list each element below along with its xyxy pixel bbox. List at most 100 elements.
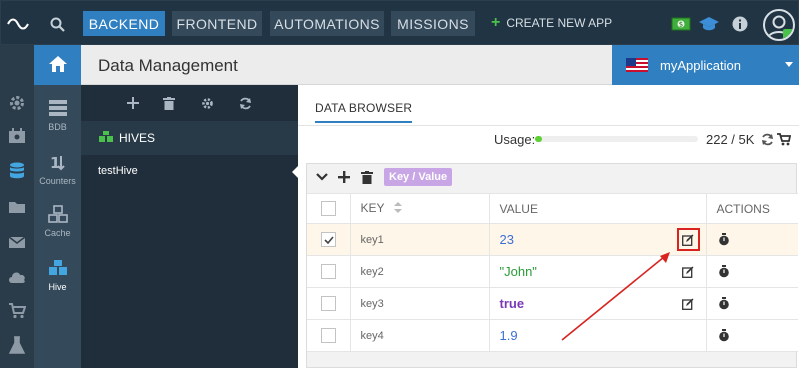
edit-value-icon[interactable] (676, 228, 700, 251)
row-select-cell (307, 287, 351, 320)
edit-value-icon[interactable] (681, 265, 695, 279)
row-checkbox[interactable] (321, 232, 336, 247)
refresh-usage-icon[interactable] (760, 132, 774, 146)
chevron-down-icon (785, 62, 793, 67)
value-text: "John" (499, 264, 537, 279)
key-cell: key3 (350, 287, 490, 320)
row-checkbox[interactable] (321, 264, 336, 279)
shopping-cart-icon[interactable] (777, 132, 791, 146)
subnav-item-hive[interactable]: Hive (34, 259, 81, 292)
tab-frontend[interactable]: FRONTEND (172, 11, 262, 36)
value-column-header: VALUE (489, 193, 707, 224)
main-content: DATA BROWSER Usage: 222 / 5K Key / Value (298, 85, 799, 368)
tab-divider (298, 125, 799, 126)
svg-text:1: 1 (50, 154, 60, 171)
info-icon[interactable] (729, 13, 751, 35)
marketplace-cart-icon[interactable] (0, 295, 34, 327)
home-button[interactable] (34, 45, 81, 85)
stopwatch-ttl-icon[interactable] (717, 265, 731, 279)
cache-boxes-icon (34, 205, 81, 225)
bdb-server-icon (34, 99, 81, 119)
value-text: true (499, 296, 525, 311)
home-icon (48, 55, 68, 76)
table-row[interactable]: key2 "John" (307, 255, 798, 288)
subnav-item-label: Counters (39, 176, 76, 186)
subnav-item-label: BDB (48, 122, 67, 132)
backendless-logo-icon[interactable] (1, 1, 35, 46)
value-cell: true (489, 287, 707, 320)
delete-key-trash-icon[interactable] (360, 170, 374, 184)
row-checkbox[interactable] (321, 328, 336, 343)
messaging-envelope-icon[interactable] (0, 226, 34, 258)
svg-text:$: $ (679, 21, 683, 29)
usage-value: 222 / 5K (706, 132, 755, 147)
stopwatch-ttl-icon[interactable] (717, 329, 731, 343)
value-cell: 1.9 (489, 319, 707, 352)
usage-progress-fill (535, 136, 543, 142)
edit-value-icon[interactable] (681, 297, 695, 311)
add-hive-plus-icon[interactable] (125, 95, 141, 111)
subnav-item-label: Hive (48, 282, 67, 292)
table-row[interactable]: key1 23 (307, 223, 798, 256)
tab-automations[interactable]: AUTOMATIONS (270, 11, 384, 36)
subnav-item-counters[interactable]: 1 Counters (34, 153, 81, 186)
tab-missions[interactable]: MISSIONS (391, 11, 475, 36)
online-status-icon (783, 29, 793, 39)
row-checkbox[interactable] (321, 296, 336, 311)
user-avatar[interactable] (763, 9, 795, 41)
chevron-down-icon[interactable] (315, 170, 329, 184)
counters-icon: 1 (34, 153, 81, 173)
actions-cell (706, 287, 798, 320)
create-new-app-button[interactable]: + CREATE NEW APP (491, 14, 612, 32)
hives-panel: HIVES testHive (81, 85, 298, 368)
plus-icon: + (491, 14, 501, 31)
application-name: myApplication (660, 57, 741, 73)
data-grid: Key / Value KEY VALUE ACTIONS key1 23 ke… (306, 163, 798, 368)
value-text: 1.9 (499, 328, 518, 343)
subnav-item-cache[interactable]: Cache (34, 205, 81, 238)
database-icon[interactable] (0, 155, 34, 187)
actions-cell (706, 223, 798, 256)
money-icon[interactable]: $ (670, 13, 692, 35)
cloud-code-icon[interactable] (0, 261, 34, 293)
hives-title: HIVES (119, 131, 156, 145)
graduation-cap-icon[interactable] (698, 13, 720, 35)
table-row[interactable]: key3 true (307, 287, 798, 320)
key-column-label: KEY (360, 201, 385, 216)
row-select-cell (307, 255, 351, 288)
sort-icon[interactable] (393, 201, 402, 216)
search-icon[interactable] (45, 12, 69, 36)
subnav-item-label: Cache (44, 228, 71, 238)
hives-header: HIVES (81, 121, 298, 155)
hive-settings-gear-icon[interactable] (199, 95, 215, 111)
tab-data-browser[interactable]: DATA BROWSER (315, 101, 413, 123)
tab-backend[interactable]: BACKEND (83, 11, 165, 36)
select-all-checkbox[interactable] (321, 201, 336, 216)
users-calendar-icon[interactable] (0, 120, 34, 152)
subnav-item-bdb[interactable]: BDB (34, 99, 81, 132)
data-subnav: BDB 1 Counters Cache Hive (34, 85, 81, 368)
row-select-cell (307, 223, 351, 256)
hives-toolbar (81, 85, 298, 121)
stopwatch-ttl-icon[interactable] (717, 233, 731, 247)
folder-icon[interactable] (0, 191, 34, 223)
settings-gear-icon[interactable] (0, 87, 34, 119)
value-cell: "John" (489, 255, 707, 288)
key-cell: key1 (350, 223, 490, 256)
refresh-icon[interactable] (237, 95, 253, 111)
table-header-row: KEY VALUE ACTIONS (307, 193, 798, 224)
hive-name: testHive (98, 165, 138, 177)
application-selector[interactable]: myApplication (612, 45, 799, 85)
create-new-app-label: CREATE NEW APP (506, 16, 613, 30)
page-title: Data Management (98, 56, 238, 75)
add-key-plus-icon[interactable] (337, 170, 351, 184)
key-column-header[interactable]: KEY (350, 193, 490, 224)
delete-hive-trash-icon[interactable] (161, 95, 177, 111)
value-cell: 23 (489, 223, 707, 256)
table-row[interactable]: key4 1.9 (307, 319, 798, 352)
hive-list-item[interactable]: testHive (81, 157, 298, 185)
actions-cell (706, 255, 798, 288)
flask-lab-icon[interactable] (0, 329, 34, 361)
stopwatch-ttl-icon[interactable] (717, 297, 731, 311)
key-cell: key2 (350, 255, 490, 288)
